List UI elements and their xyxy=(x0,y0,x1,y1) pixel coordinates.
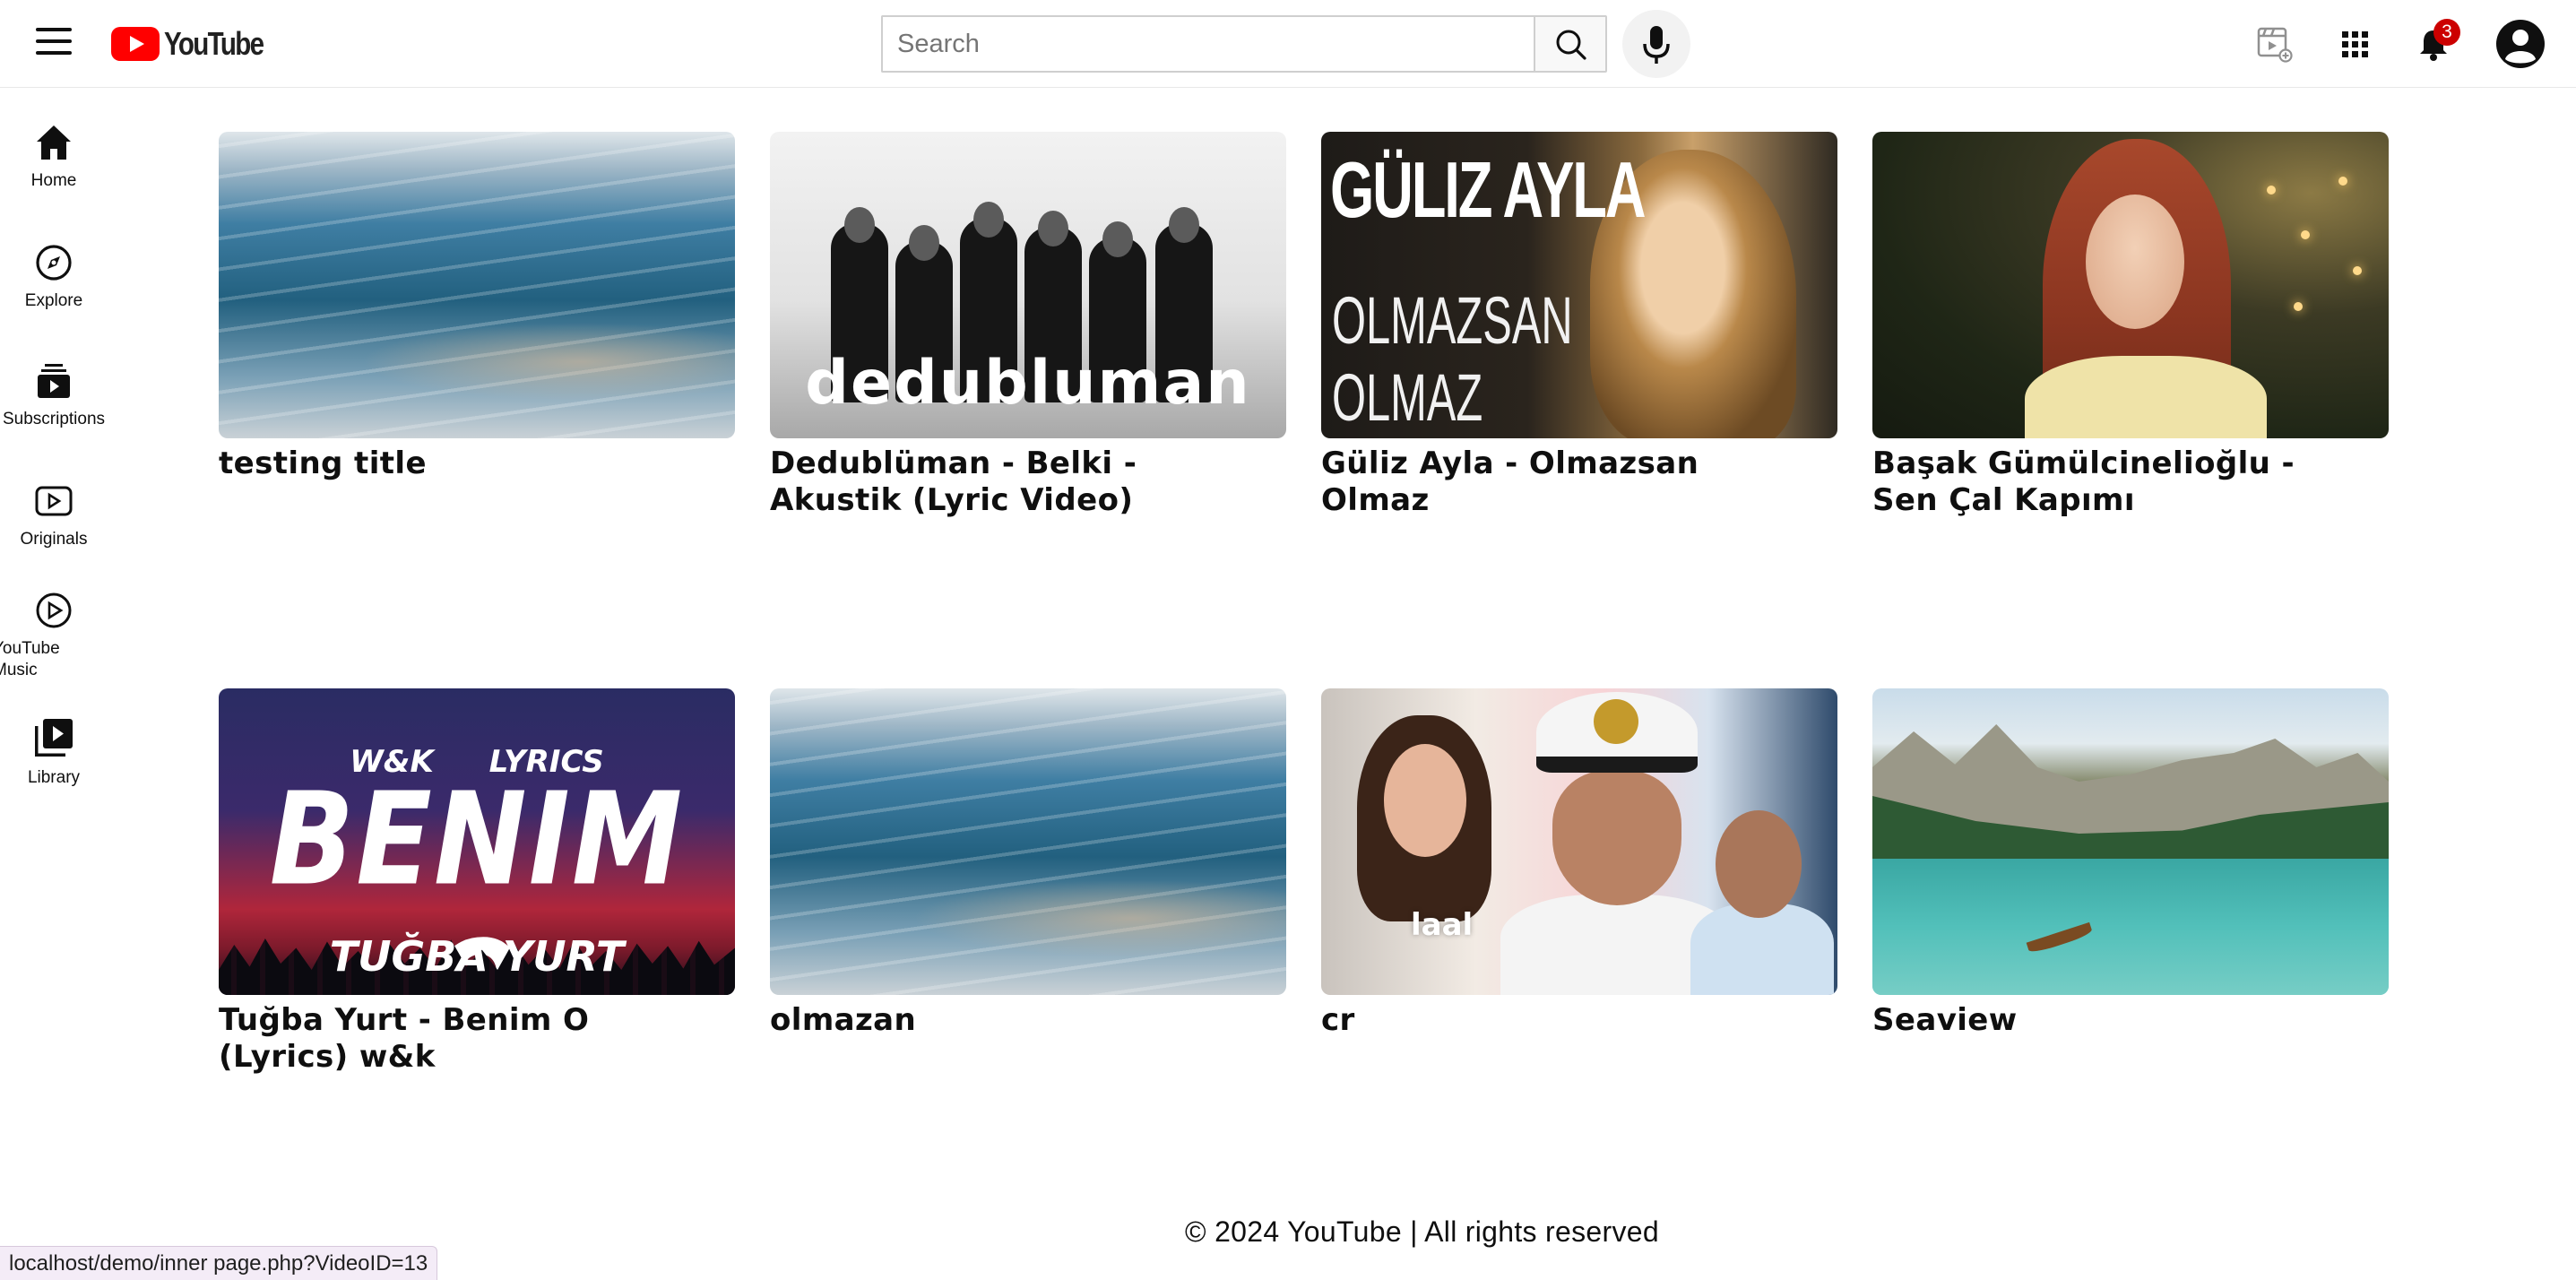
video-thumbnail[interactable] xyxy=(219,132,735,438)
voice-search-button[interactable] xyxy=(1622,10,1690,78)
video-title[interactable]: Tuğba Yurt - Benim O (Lyrics) w&k xyxy=(219,1002,685,1076)
sidebar-item-subscriptions[interactable]: Subscriptions xyxy=(0,360,108,430)
search-box xyxy=(881,15,1534,73)
sidebar-item-home[interactable]: Home xyxy=(0,122,108,192)
page: YouTube Search 3 Home Explore Subscripti… xyxy=(0,0,2576,1280)
video-thumbnail[interactable] xyxy=(770,688,1286,995)
video-thumbnail[interactable]: GÜLIZ AYLA OLMAZSAN OLMAZ xyxy=(1321,132,1837,438)
sidebar-item-label: YouTube Music xyxy=(0,639,60,679)
video-card[interactable]: laal cr xyxy=(1321,688,1837,1039)
search-icon xyxy=(1556,30,1586,60)
subscriptions-icon xyxy=(38,364,70,398)
video-title[interactable]: olmazan xyxy=(770,1002,1236,1039)
account-avatar-icon[interactable] xyxy=(2494,18,2546,70)
video-card[interactable]: GÜLIZ AYLA OLMAZSAN OLMAZ Güliz Ayla - O… xyxy=(1321,132,1837,519)
video-title[interactable]: Başak Gümülcinelioğlu - Sen Çal Kapımı xyxy=(1872,445,2338,519)
video-card[interactable]: dedubluman Dedublüman - Belki - Akustik … xyxy=(770,132,1286,519)
sidebar-item-originals[interactable]: Originals xyxy=(0,480,108,550)
video-title[interactable]: testing title xyxy=(219,445,685,482)
youtube-logo[interactable]: YouTube xyxy=(111,25,285,63)
home-icon xyxy=(37,125,71,160)
thumbnail-text: GÜLIZ AYLA xyxy=(1330,145,1647,234)
video-title[interactable]: Dedublüman - Belki - Akustik (Lyric Vide… xyxy=(770,445,1236,519)
footer-copyright: © 2024 YouTube | All rights reserved xyxy=(1185,1215,1659,1248)
menu-icon[interactable] xyxy=(36,28,72,60)
logo-text: YouTube xyxy=(164,25,264,62)
music-play-icon xyxy=(36,592,72,628)
search-button[interactable] xyxy=(1534,15,1607,73)
status-bar-url: localhost/demo/inner page.php?VideoID=13 xyxy=(0,1246,438,1280)
video-card[interactable]: olmazan xyxy=(770,688,1286,1039)
masthead: YouTube Search 3 xyxy=(0,0,2576,88)
video-title[interactable]: Seaview xyxy=(1872,1002,2338,1039)
thumbnail-subtext: OLMAZSAN OLMAZ xyxy=(1332,283,1573,435)
sidebar-item-label: Explore xyxy=(24,291,83,310)
originals-icon xyxy=(35,486,73,516)
video-card[interactable]: Başak Gümülcinelioğlu - Sen Çal Kapımı xyxy=(1872,132,2389,519)
video-thumbnail[interactable] xyxy=(1872,688,2389,995)
apps-grid-icon[interactable] xyxy=(2330,20,2379,68)
thumbnail-subtext: TUĞBA YURT xyxy=(329,932,625,981)
video-thumbnail[interactable]: laal xyxy=(1321,688,1837,995)
thumbnail-text: laal xyxy=(1411,907,1474,943)
search-input[interactable] xyxy=(883,17,1534,71)
sidebar-item-explore[interactable]: Explore xyxy=(0,242,108,312)
video-card[interactable]: testing title xyxy=(219,132,735,482)
video-card[interactable]: Seaview xyxy=(1872,688,2389,1039)
thumbnail-text: dedubluman xyxy=(805,348,1251,419)
video-thumbnail[interactable]: dedubluman xyxy=(770,132,1286,438)
video-thumbnail[interactable]: W&K LYRICS BENIM O TUĞBA YURT xyxy=(219,688,735,995)
library-icon xyxy=(35,719,73,757)
video-thumbnail[interactable] xyxy=(1872,132,2389,438)
sidebar-item-label: Library xyxy=(27,768,81,787)
create-video-icon[interactable] xyxy=(2250,20,2298,68)
video-title[interactable]: cr xyxy=(1321,1002,1787,1039)
sidebar-item-label: Subscriptions xyxy=(2,410,106,428)
notification-count-badge: 3 xyxy=(2433,19,2460,46)
sidebar-item-label: Home xyxy=(30,171,77,190)
sidebar-item-label: Originals xyxy=(20,530,88,549)
microphone-icon xyxy=(1643,26,1670,64)
compass-icon xyxy=(36,245,72,281)
video-title[interactable]: Güliz Ayla - Olmazsan Olmaz xyxy=(1321,445,1787,519)
youtube-play-icon xyxy=(111,27,160,61)
video-card[interactable]: W&K LYRICS BENIM O TUĞBA YURT Tuğba Yurt… xyxy=(219,688,735,1076)
sidebar-item-youtube-music[interactable]: YouTube Music xyxy=(0,590,108,681)
sidebar-item-library[interactable]: Library xyxy=(0,715,108,789)
